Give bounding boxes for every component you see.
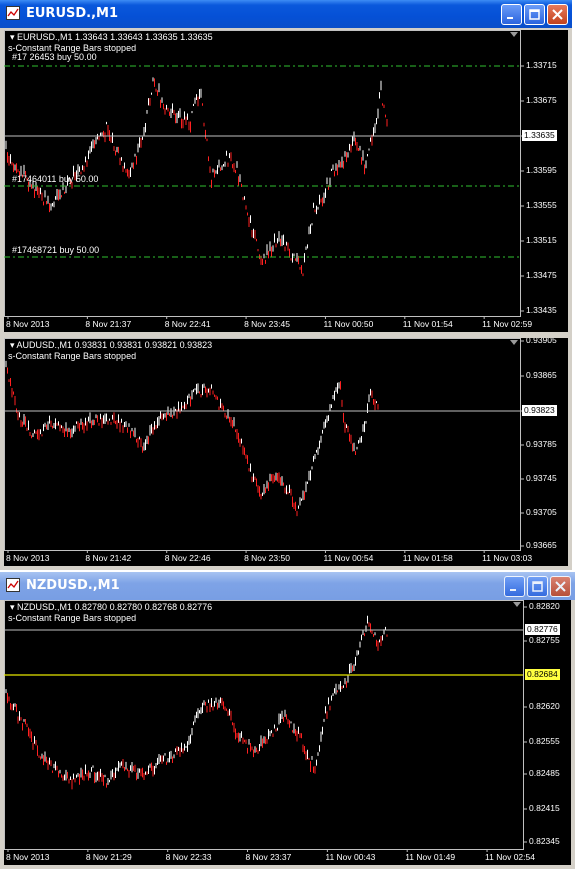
price-tick-label: 0.93705: [526, 507, 557, 517]
price-tick-label: 0.82620: [529, 701, 560, 711]
time-tick-label: 8 Nov 23:45: [244, 319, 290, 329]
plot-frame: [4, 600, 524, 850]
close-button[interactable]: [547, 4, 568, 25]
window-title: NZDUSD.,M1: [26, 578, 120, 593]
price-tick-label: 0.82820: [529, 601, 560, 611]
close-icon: [555, 581, 566, 592]
ohlc-text: NZDUSD.,M1 0.82780 0.82780 0.82768 0.827…: [17, 602, 213, 612]
price-tick-label: 0.82415: [529, 803, 560, 813]
symbol-ohlc-label: ▾ AUDUSD.,M1 0.93831 0.93831 0.93821 0.9…: [10, 340, 213, 350]
chart-window-icon: [6, 6, 20, 20]
time-tick-label: 11 Nov 00:50: [323, 319, 374, 329]
minimize-icon: [510, 589, 516, 591]
price-tick-label: 0.82555: [529, 736, 560, 746]
ohlc-text: EURUSD.,M1 1.33643 1.33643 1.33635 1.336…: [17, 32, 213, 42]
time-tick-label: 8 Nov 21:37: [85, 319, 132, 329]
window-title: EURUSD.,M1: [26, 6, 119, 21]
price-tick-label: 1.33555: [526, 200, 557, 210]
alert-price-label: 0.82684: [525, 669, 560, 680]
close-button[interactable]: [550, 576, 571, 597]
time-tick-label: 8 Nov 23:37: [245, 852, 292, 862]
price-tick-label: 1.33515: [526, 235, 557, 245]
chart-window-icon: [6, 578, 20, 592]
order-label: #17468721 buy 50.00: [12, 245, 100, 255]
chart-shift-marker[interactable]: [513, 602, 521, 607]
nzdusd-chart[interactable]: ▾ NZDUSD.,M1 0.82780 0.82780 0.82768 0.8…: [4, 600, 571, 865]
price-tick-label: 1.33475: [526, 270, 557, 280]
indicator-status: s-Constant Range Bars stopped: [8, 351, 137, 361]
time-tick-label: 11 Nov 01:54: [402, 319, 453, 329]
minimize-button[interactable]: [504, 576, 525, 597]
price-tick-label: 0.82485: [529, 768, 560, 778]
time-tick-label: 8 Nov 22:41: [164, 319, 211, 329]
price-tick-label: 1.33675: [526, 95, 557, 105]
time-tick-label: 8 Nov 21:29: [85, 852, 132, 862]
time-tick-label: 11 Nov 02:59: [482, 319, 533, 329]
price-tick-label: 0.93745: [526, 473, 557, 483]
price-tick-label: 0.93865: [526, 370, 557, 380]
time-tick-label: 11 Nov 01:58: [402, 553, 453, 563]
time-tick-label: 8 Nov 21:42: [85, 553, 132, 563]
plot-frame: [4, 338, 521, 551]
current-price-label: 0.93823: [522, 405, 557, 416]
price-tick-label: 0.93785: [526, 439, 557, 449]
maximize-button[interactable]: [524, 4, 545, 25]
price-tick-label: 0.82755: [529, 635, 560, 645]
indicator-status: s-Constant Range Bars stopped: [8, 613, 137, 623]
time-tick-label: 8 Nov 22:33: [165, 852, 212, 862]
maximize-button[interactable]: [527, 576, 548, 597]
nzdusd-titlebar[interactable]: NZDUSD.,M1: [0, 572, 575, 600]
order-label: #17464011 buy 50.00: [12, 174, 99, 184]
price-tick-label: 0.93905: [526, 338, 557, 345]
symbol-ohlc-label: ▾ NZDUSD.,M1 0.82780 0.82780 0.82768 0.8…: [10, 602, 213, 612]
audusd-chart[interactable]: ▾ AUDUSD.,M1 0.93831 0.93831 0.93821 0.9…: [4, 338, 568, 566]
time-tick-label: 8 Nov 2013: [6, 553, 50, 563]
price-plot[interactable]: [4, 600, 571, 865]
price-tick-label: 1.33435: [526, 305, 557, 315]
maximize-icon: [529, 9, 540, 20]
time-tick-label: 11 Nov 03:03: [482, 553, 533, 563]
time-tick-label: 11 Nov 02:54: [485, 852, 535, 862]
price-tick-label: 1.33595: [526, 165, 557, 175]
time-tick-label: 11 Nov 01:49: [405, 852, 456, 862]
minimize-button[interactable]: [501, 4, 522, 25]
close-icon: [552, 9, 563, 20]
price-tick-label: 0.93665: [526, 540, 557, 550]
time-tick-label: 11 Nov 00:54: [323, 553, 374, 563]
symbol-ohlc-label: ▾ EURUSD.,M1 1.33643 1.33643 1.33635 1.3…: [10, 32, 213, 42]
time-tick-label: 8 Nov 22:46: [164, 553, 211, 563]
maximize-icon: [532, 581, 543, 592]
current-price-label: 0.82776: [525, 624, 560, 635]
chart-shift-marker[interactable]: [510, 340, 518, 345]
time-tick-label: 8 Nov 2013: [6, 319, 50, 329]
eurusd-chart[interactable]: ▾ EURUSD.,M1 1.33643 1.33643 1.33635 1.3…: [4, 30, 568, 332]
eurusd-window[interactable]: EURUSD.,M1 ▾ EURUSD.,M1 1.33643 1.33643 …: [0, 0, 572, 338]
current-price-label: 1.33635: [522, 130, 557, 141]
audusd-window[interactable]: ▾ AUDUSD.,M1 0.93831 0.93831 0.93821 0.9…: [0, 338, 572, 570]
price-tick-label: 0.82345: [529, 836, 560, 846]
eurusd-titlebar[interactable]: EURUSD.,M1: [0, 0, 572, 28]
time-tick-label: 11 Nov 00:43: [325, 852, 376, 862]
time-tick-label: 8 Nov 2013: [6, 852, 50, 862]
ohlc-text: AUDUSD.,M1 0.93831 0.93831 0.93821 0.938…: [16, 340, 213, 350]
nzdusd-window[interactable]: NZDUSD.,M1 ▾ NZDUSD.,M1 0.82780 0.82780 …: [0, 572, 575, 869]
price-plot[interactable]: [4, 338, 568, 566]
chart-shift-marker[interactable]: [510, 32, 518, 37]
price-tick-label: 1.33715: [526, 60, 557, 70]
time-tick-label: 8 Nov 23:50: [244, 553, 290, 563]
minimize-icon: [507, 17, 513, 19]
order-label: #17 26453 buy 50.00: [12, 52, 97, 62]
